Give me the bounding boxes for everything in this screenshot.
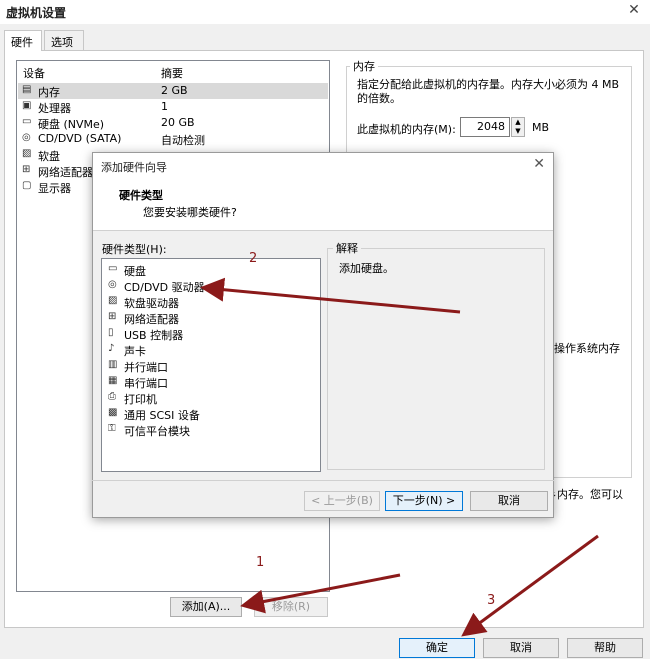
annotation-number-1: 1 — [256, 555, 265, 570]
annotation-arrows — [200, 277, 599, 637]
tab-hardware[interactable]: 硬件 — [4, 30, 42, 51]
arrow-to-cd-dvd — [200, 277, 461, 314]
annotation-number-2: 2 — [249, 251, 258, 266]
annotation-number-3: 3 — [487, 593, 496, 608]
arrow-to-add — [240, 573, 401, 614]
arrow-to-ok — [461, 534, 599, 637]
